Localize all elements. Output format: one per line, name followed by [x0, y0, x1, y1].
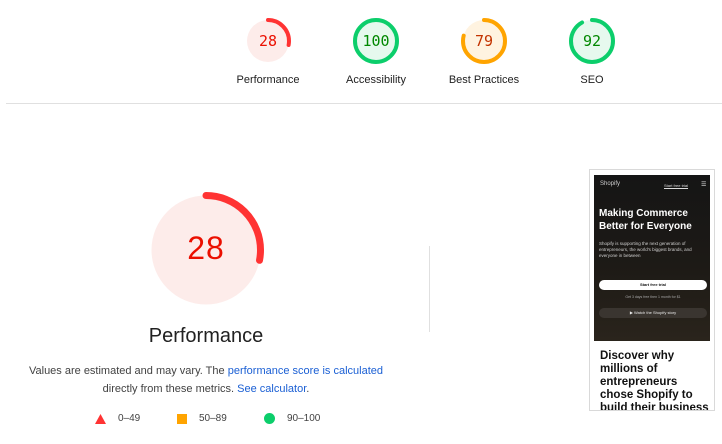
performance-description: Values are estimated and may vary. The p… — [20, 362, 392, 398]
thumbnail-hero: Shopify Start free trial ☰ Making Commer… — [594, 175, 710, 341]
score-legend: 0–49 50–89 90–100 — [0, 413, 420, 429]
triangle-icon — [95, 413, 106, 424]
gauge-score: 79 — [474, 32, 494, 50]
shopify-logo: Shopify — [600, 181, 621, 187]
vertical-separator — [429, 246, 430, 332]
desc-text: directly from these metrics. — [102, 383, 238, 395]
gauge-label: Accessibility — [346, 74, 406, 86]
thumbnail-headline-2: Discover why millions of entrepreneurs c… — [600, 350, 709, 411]
square-icon — [177, 413, 187, 424]
legend-range: 0–49 — [118, 413, 141, 424]
gauge-best-practices[interactable]: 79 Best Practices — [429, 18, 539, 86]
thumbnail-subtext: Shopify is supporting the next generatio… — [599, 241, 692, 258]
thumbnail-cta: Start free trial — [599, 280, 707, 290]
category-gauges: 28 Performance 100 Accessibility 79 Best… — [0, 18, 722, 98]
legend-range: 50–89 — [199, 413, 227, 424]
thumbnail-watch: ▶ Watch the Shopify story — [599, 308, 707, 318]
gauge-label: Best Practices — [448, 74, 520, 86]
gauge-accessibility[interactable]: 100 Accessibility — [321, 18, 431, 86]
thumbnail-watch-label: Watch the Shopify story — [634, 310, 677, 315]
gauge-score: 92 — [582, 32, 602, 50]
legend-average: 50–89 — [177, 413, 227, 424]
gauge-seo[interactable]: 92 SEO — [537, 18, 647, 86]
desc-text: Values are estimated and may vary. The — [28, 365, 228, 377]
legend-pass: 90–100 — [264, 413, 320, 424]
see-calculator-link[interactable]: See calculator — [237, 383, 306, 395]
performance-gauge-large: 28 — [148, 192, 264, 308]
thumbnail-note: Get 3 days free then 1 month for $1 — [625, 295, 681, 299]
performance-score: 28 — [187, 230, 225, 266]
circle-icon — [264, 413, 275, 424]
legend-fail: 0–49 — [95, 413, 140, 424]
gauge-score: 100 — [362, 32, 390, 50]
gauge-label: Performance — [236, 74, 300, 86]
gauge-score: 28 — [258, 32, 278, 50]
thumbnail-top-button: Start free trial — [664, 183, 689, 188]
page-screenshot-thumbnail[interactable]: Shopify Start free trial ☰ Making Commer… — [589, 169, 715, 411]
gauge-performance[interactable]: 28 Performance — [213, 18, 323, 86]
thumbnail-headline: Making Commerce Better for Everyone — [599, 208, 692, 232]
desc-text: . — [306, 383, 310, 395]
performance-title: Performance — [148, 325, 264, 347]
score-calculated-link[interactable]: performance score is calculated — [228, 365, 383, 377]
legend-range: 90–100 — [287, 413, 321, 424]
gauge-label: SEO — [580, 74, 604, 86]
hamburger-icon: ☰ — [701, 182, 707, 188]
header-divider — [6, 103, 722, 104]
